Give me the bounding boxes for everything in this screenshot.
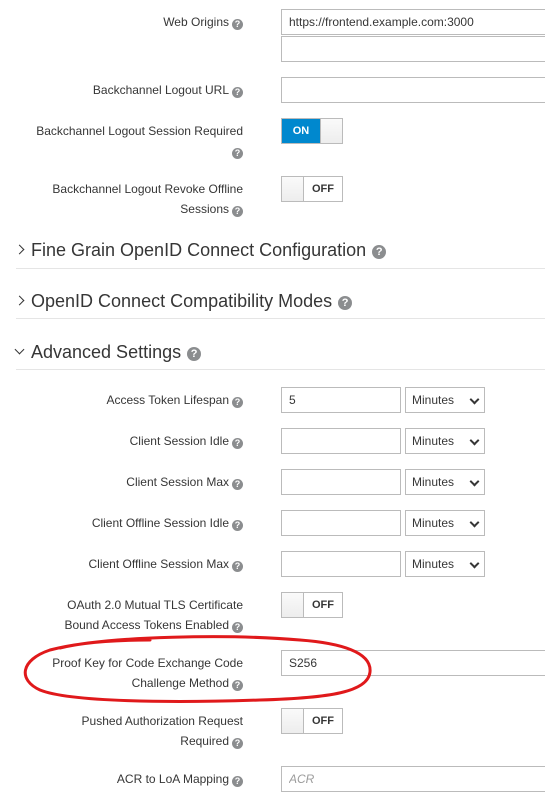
help-icon[interactable]: ? (232, 87, 243, 98)
help-icon[interactable]: ? (232, 148, 243, 159)
access-token-lifespan-unit-select[interactable]: Minutes (405, 387, 485, 413)
access-token-lifespan-input[interactable] (281, 387, 401, 413)
chevron-down-icon (469, 394, 480, 405)
access-token-lifespan-label: Access Token Lifespan? (106, 390, 243, 410)
client-session-idle-label: Client Session Idle? (130, 431, 243, 451)
pkce-select[interactable]: S256 (281, 650, 545, 676)
help-icon[interactable]: ? (232, 397, 243, 408)
chevron-right-icon (14, 244, 25, 255)
chevron-down-icon (469, 517, 480, 528)
chevron-down-icon (14, 344, 25, 355)
divider (16, 268, 545, 269)
help-icon[interactable]: ? (338, 296, 353, 310)
web-origins-input-new[interactable] (281, 36, 545, 62)
oauth-mtls-label: OAuth 2.0 Mutual TLS Certificate Bound Ac… (64, 598, 243, 633)
client-session-idle-input[interactable] (281, 428, 401, 454)
client-session-max-label: Client Session Max? (126, 472, 243, 492)
client-offline-session-idle-label: Client Offline Session Idle? (92, 513, 243, 533)
help-icon[interactable]: ? (232, 776, 243, 787)
oauth-mtls-toggle[interactable]: OFF (281, 592, 343, 618)
help-icon[interactable]: ? (372, 245, 387, 259)
section-compat-modes[interactable]: OpenID Connect Compatibility Modes? (14, 289, 353, 313)
client-session-idle-unit-select[interactable]: Minutes (405, 428, 485, 454)
help-icon[interactable]: ? (187, 347, 202, 361)
help-icon[interactable]: ? (232, 561, 243, 572)
client-offline-session-idle-unit-select[interactable]: Minutes (405, 510, 485, 536)
help-icon[interactable]: ? (232, 479, 243, 490)
pkce-label: Proof Key for Code Exchange Code Challeng… (52, 656, 243, 691)
par-label: Pushed Authorization Request Required? (81, 714, 243, 749)
help-icon[interactable]: ? (232, 19, 243, 30)
help-icon[interactable]: ? (232, 680, 243, 691)
client-offline-session-max-label: Client Offline Session Max? (88, 554, 243, 574)
backchannel-logout-revoke-offline-toggle[interactable]: OFF (281, 176, 343, 202)
section-fine-grain[interactable]: Fine Grain OpenID Connect Configuration? (14, 238, 387, 262)
client-offline-session-max-unit-select[interactable]: Minutes (405, 551, 485, 577)
help-icon[interactable]: ? (232, 520, 243, 531)
divider (16, 318, 545, 319)
help-icon[interactable]: ? (232, 738, 243, 749)
client-session-max-unit-select[interactable]: Minutes (405, 469, 485, 495)
chevron-down-icon (469, 435, 480, 446)
chevron-down-icon (469, 558, 480, 569)
chevron-right-icon (14, 295, 25, 306)
help-icon[interactable]: ? (232, 622, 243, 633)
help-icon[interactable]: ? (232, 206, 243, 217)
divider (16, 369, 545, 370)
par-toggle[interactable]: OFF (281, 708, 343, 734)
backchannel-logout-revoke-offline-label: Backchannel Logout Revoke Offline Session… (52, 182, 243, 217)
backchannel-logout-url-label: Backchannel Logout URL? (93, 80, 243, 100)
backchannel-logout-session-required-label: Backchannel Logout Session Required? (36, 124, 243, 159)
section-advanced-settings[interactable]: Advanced Settings? (14, 340, 202, 364)
chevron-down-icon (469, 476, 480, 487)
client-offline-session-idle-input[interactable] (281, 510, 401, 536)
client-session-max-input[interactable] (281, 469, 401, 495)
web-origins-label: Web Origins? (163, 12, 243, 32)
help-icon[interactable]: ? (232, 438, 243, 449)
backchannel-logout-session-required-toggle[interactable]: ON (281, 118, 343, 144)
acr-loa-mapping-input[interactable] (281, 766, 545, 792)
client-offline-session-max-input[interactable] (281, 551, 401, 577)
backchannel-logout-url-input[interactable] (281, 77, 545, 103)
acr-loa-mapping-label: ACR to LoA Mapping? (117, 769, 243, 789)
web-origins-input[interactable] (281, 9, 545, 35)
